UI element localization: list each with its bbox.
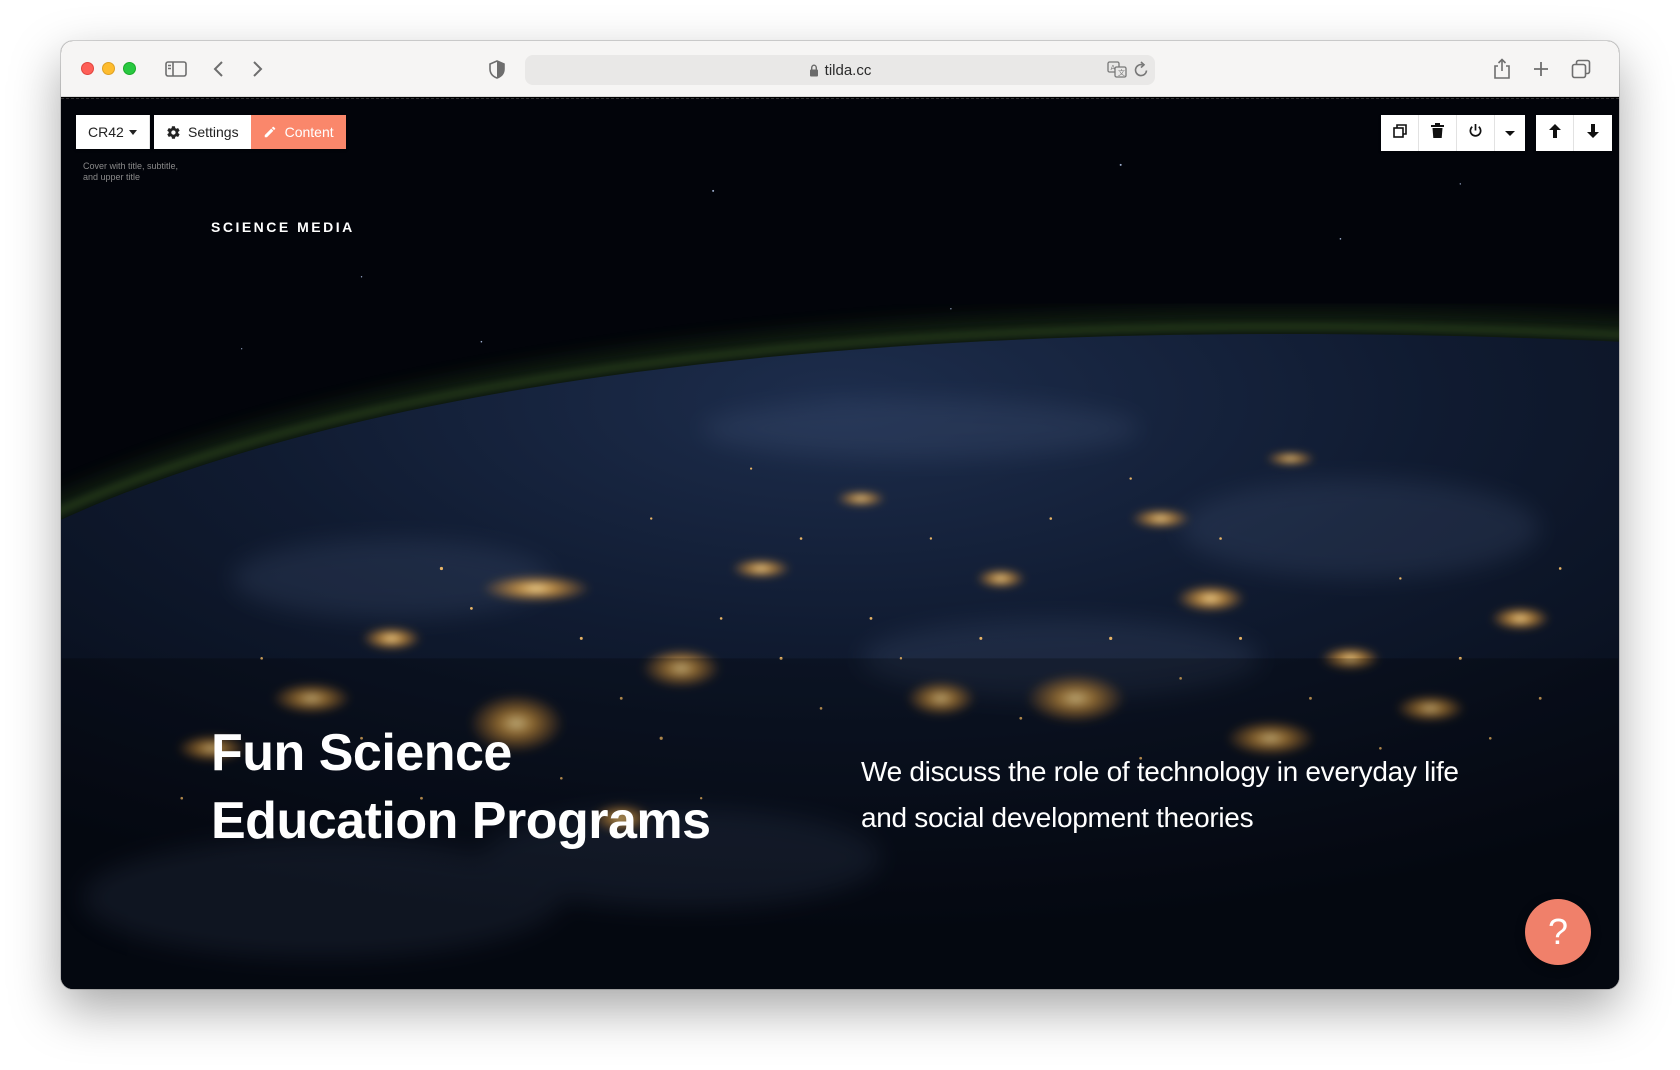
more-actions-dropdown[interactable]: [1495, 115, 1525, 151]
address-bar[interactable]: tilda.cc A文: [525, 55, 1155, 85]
trash-icon: [1431, 123, 1444, 143]
gear-icon: [166, 125, 181, 140]
close-window-button[interactable]: [81, 62, 94, 75]
arrow-down-icon: [1587, 123, 1599, 143]
cover-subtitle: We discuss the role of technology in eve…: [861, 749, 1501, 841]
minimize-window-button[interactable]: [102, 62, 115, 75]
block-controls: CR42: [76, 115, 150, 149]
block-action-controls: [1381, 115, 1525, 151]
block-edit-controls: Settings Content: [154, 115, 346, 149]
block-code-dropdown[interactable]: CR42: [76, 115, 150, 149]
reload-icon[interactable]: [1133, 61, 1149, 78]
browser-toolbar: tilda.cc A文: [61, 41, 1619, 97]
cover-title-line: Fun Science: [211, 724, 512, 782]
sidebar-toggle-icon[interactable]: [165, 55, 187, 83]
address-text: tilda.cc: [824, 61, 872, 79]
new-tab-icon[interactable]: [1532, 55, 1550, 83]
content-button[interactable]: Content: [250, 115, 346, 149]
svg-text:文: 文: [1118, 68, 1125, 77]
cover-block: CR42 Settings Content Cover with title, …: [61, 98, 1619, 989]
forward-icon[interactable]: [251, 55, 263, 83]
cover-subtitle-line: We discuss the role of technology in eve…: [861, 756, 1459, 787]
chevron-down-icon: [1505, 130, 1515, 136]
duplicate-icon: [1392, 123, 1407, 143]
block-move-controls: [1536, 115, 1612, 151]
lock-icon: [809, 63, 819, 77]
settings-button[interactable]: Settings: [154, 115, 251, 149]
privacy-shield-icon[interactable]: [489, 55, 505, 83]
chevron-down-icon: [128, 129, 137, 135]
toggle-visibility-button[interactable]: [1457, 115, 1495, 151]
tab-overview-icon[interactable]: [1571, 55, 1591, 83]
question-mark-icon: ?: [1547, 911, 1569, 952]
svg-text:A: A: [1111, 64, 1116, 72]
duplicate-button[interactable]: [1381, 115, 1419, 151]
move-down-button[interactable]: [1574, 115, 1612, 151]
move-up-button[interactable]: [1536, 115, 1574, 151]
content-label: Content: [284, 124, 334, 140]
browser-window: tilda.cc A文 CR42 Settings Content Cover …: [61, 41, 1619, 989]
cover-title-line: Education Programs: [211, 792, 711, 850]
share-icon[interactable]: [1493, 55, 1511, 83]
arrow-up-icon: [1548, 123, 1561, 143]
block-code-label: CR42: [88, 124, 124, 140]
maximize-window-button[interactable]: [123, 62, 136, 75]
back-icon[interactable]: [213, 55, 225, 83]
block-description: Cover with title, subtitle, and upper ti…: [83, 161, 179, 182]
upper-title: SCIENCE MEDIA: [211, 219, 355, 235]
cover-subtitle-line: and social development theories: [861, 802, 1254, 833]
translate-icon[interactable]: A文: [1107, 61, 1127, 78]
settings-label: Settings: [188, 124, 239, 140]
power-icon: [1468, 123, 1483, 143]
pencil-icon: [263, 125, 277, 139]
cover-title: Fun Science Education Programs: [211, 719, 831, 855]
delete-button[interactable]: [1419, 115, 1457, 151]
help-button[interactable]: ?: [1525, 899, 1591, 965]
